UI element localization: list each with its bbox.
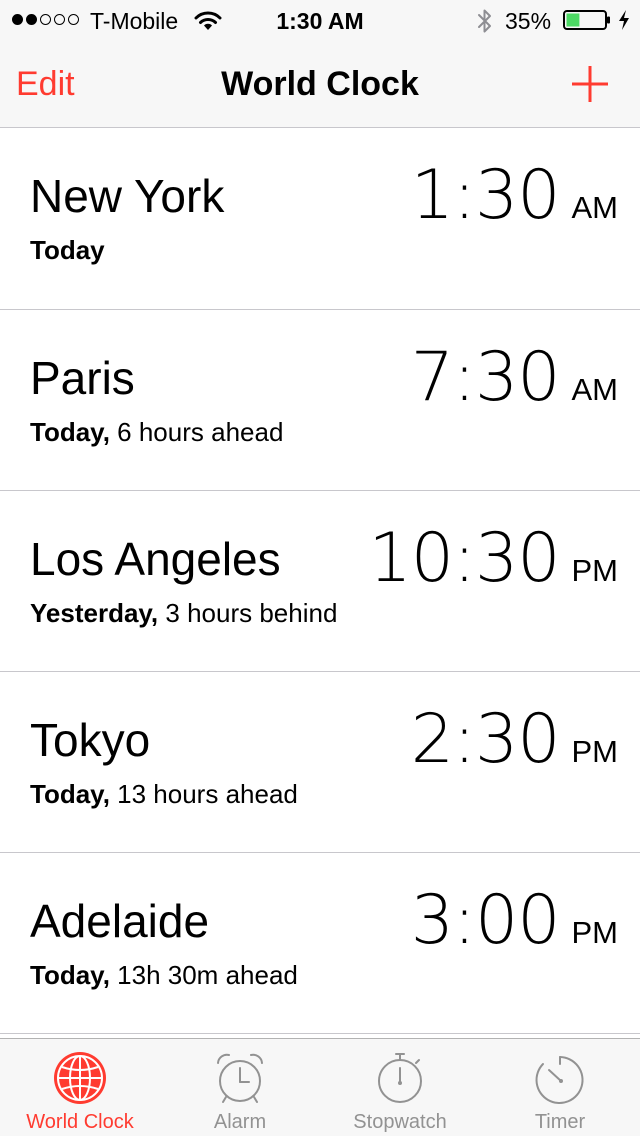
city-ampm: AM [571, 372, 619, 407]
battery-icon [563, 10, 610, 30]
bluetooth-icon [478, 9, 491, 33]
navigation-bar: Edit World Clock [0, 40, 640, 128]
city-offset-text: 3 hours behind [158, 598, 338, 628]
city-clock: 1:30 AM [411, 148, 618, 244]
stopwatch-icon [378, 1053, 422, 1103]
city-time: 2:30 [410, 700, 561, 779]
tab-label: Stopwatch [353, 1111, 447, 1133]
tab-bar: World Clock Alarm Stopwatch Timer [0, 1038, 640, 1136]
city-row[interactable]: Los Angeles Yesterday, 3 hours behind 10… [0, 491, 640, 672]
city-list: New York Today 1:30 AM Paris Today, 6 hou… [0, 128, 640, 1034]
city-offset: Today, 13 hours ahead [30, 778, 298, 810]
city-ampm: PM [571, 734, 619, 769]
city-ampm: PM [571, 553, 619, 588]
charging-bolt-icon [619, 10, 629, 30]
world-clock-screen: T-Mobile 1:30 AM 35% Edit World Clock Ne… [0, 0, 640, 1136]
tab-label: Alarm [213, 1111, 267, 1133]
city-row[interactable]: Tokyo Today, 13 hours ahead 2:30 PM [0, 672, 640, 853]
city-name: New York [30, 170, 225, 222]
city-day: Today, [30, 417, 110, 447]
page-title: World Clock [221, 65, 419, 103]
tab-timer[interactable]: Timer [480, 1039, 640, 1136]
city-ampm: PM [571, 915, 619, 950]
tab-label: Timer [534, 1111, 586, 1133]
tab-world-clock[interactable]: World Clock [0, 1039, 160, 1136]
city-offset: Today [30, 234, 105, 266]
city-time: 7:30 [410, 338, 561, 417]
city-clock: 2:30 PM [411, 692, 618, 788]
tab-label: World Clock [26, 1111, 134, 1133]
city-offset-text: 13 hours ahead [109, 779, 298, 809]
city-time: 1:30 [410, 156, 561, 235]
tab-stopwatch[interactable]: Stopwatch [320, 1039, 480, 1136]
city-day: Yesterday, [30, 598, 159, 628]
globe-icon [54, 1052, 106, 1104]
city-clock: 3:00 PM [411, 873, 618, 969]
city-name: Los Angeles [30, 533, 281, 585]
city-name: Adelaide [30, 895, 210, 947]
city-day: Today, [30, 960, 110, 990]
city-row[interactable]: New York Today 1:30 AM [0, 128, 640, 310]
city-clock: 7:30 AM [411, 330, 618, 426]
city-day: Today, [30, 779, 110, 809]
status-bar: T-Mobile 1:30 AM 35% [0, 0, 640, 40]
alarm-clock-icon [217, 1053, 263, 1103]
city-offset: Today, 13h 30m ahead [30, 959, 298, 991]
city-time: 3:00 [410, 881, 561, 960]
city-offset-text: 13h 30m ahead [109, 960, 298, 990]
city-ampm: AM [571, 190, 619, 225]
city-row[interactable]: Paris Today, 6 hours ahead 7:30 AM [0, 310, 640, 491]
city-clock: 10:30 PM [369, 511, 618, 607]
tab-alarm[interactable]: Alarm [160, 1039, 320, 1136]
city-offset: Yesterday, 3 hours behind [30, 597, 337, 629]
city-name: Paris [30, 352, 135, 404]
city-day: Today [30, 235, 105, 265]
timer-icon [535, 1056, 584, 1104]
city-row[interactable]: Adelaide Today, 13h 30m ahead 3:00 PM [0, 853, 640, 1034]
city-name: Tokyo [30, 714, 151, 766]
city-offset-text: 6 hours ahead [109, 417, 284, 447]
add-city-button[interactable] [568, 62, 612, 106]
battery-percentage: 35% [505, 8, 552, 34]
plus-icon [572, 66, 608, 102]
city-offset: Today, 6 hours ahead [30, 416, 283, 448]
city-time: 10:30 [368, 519, 561, 598]
